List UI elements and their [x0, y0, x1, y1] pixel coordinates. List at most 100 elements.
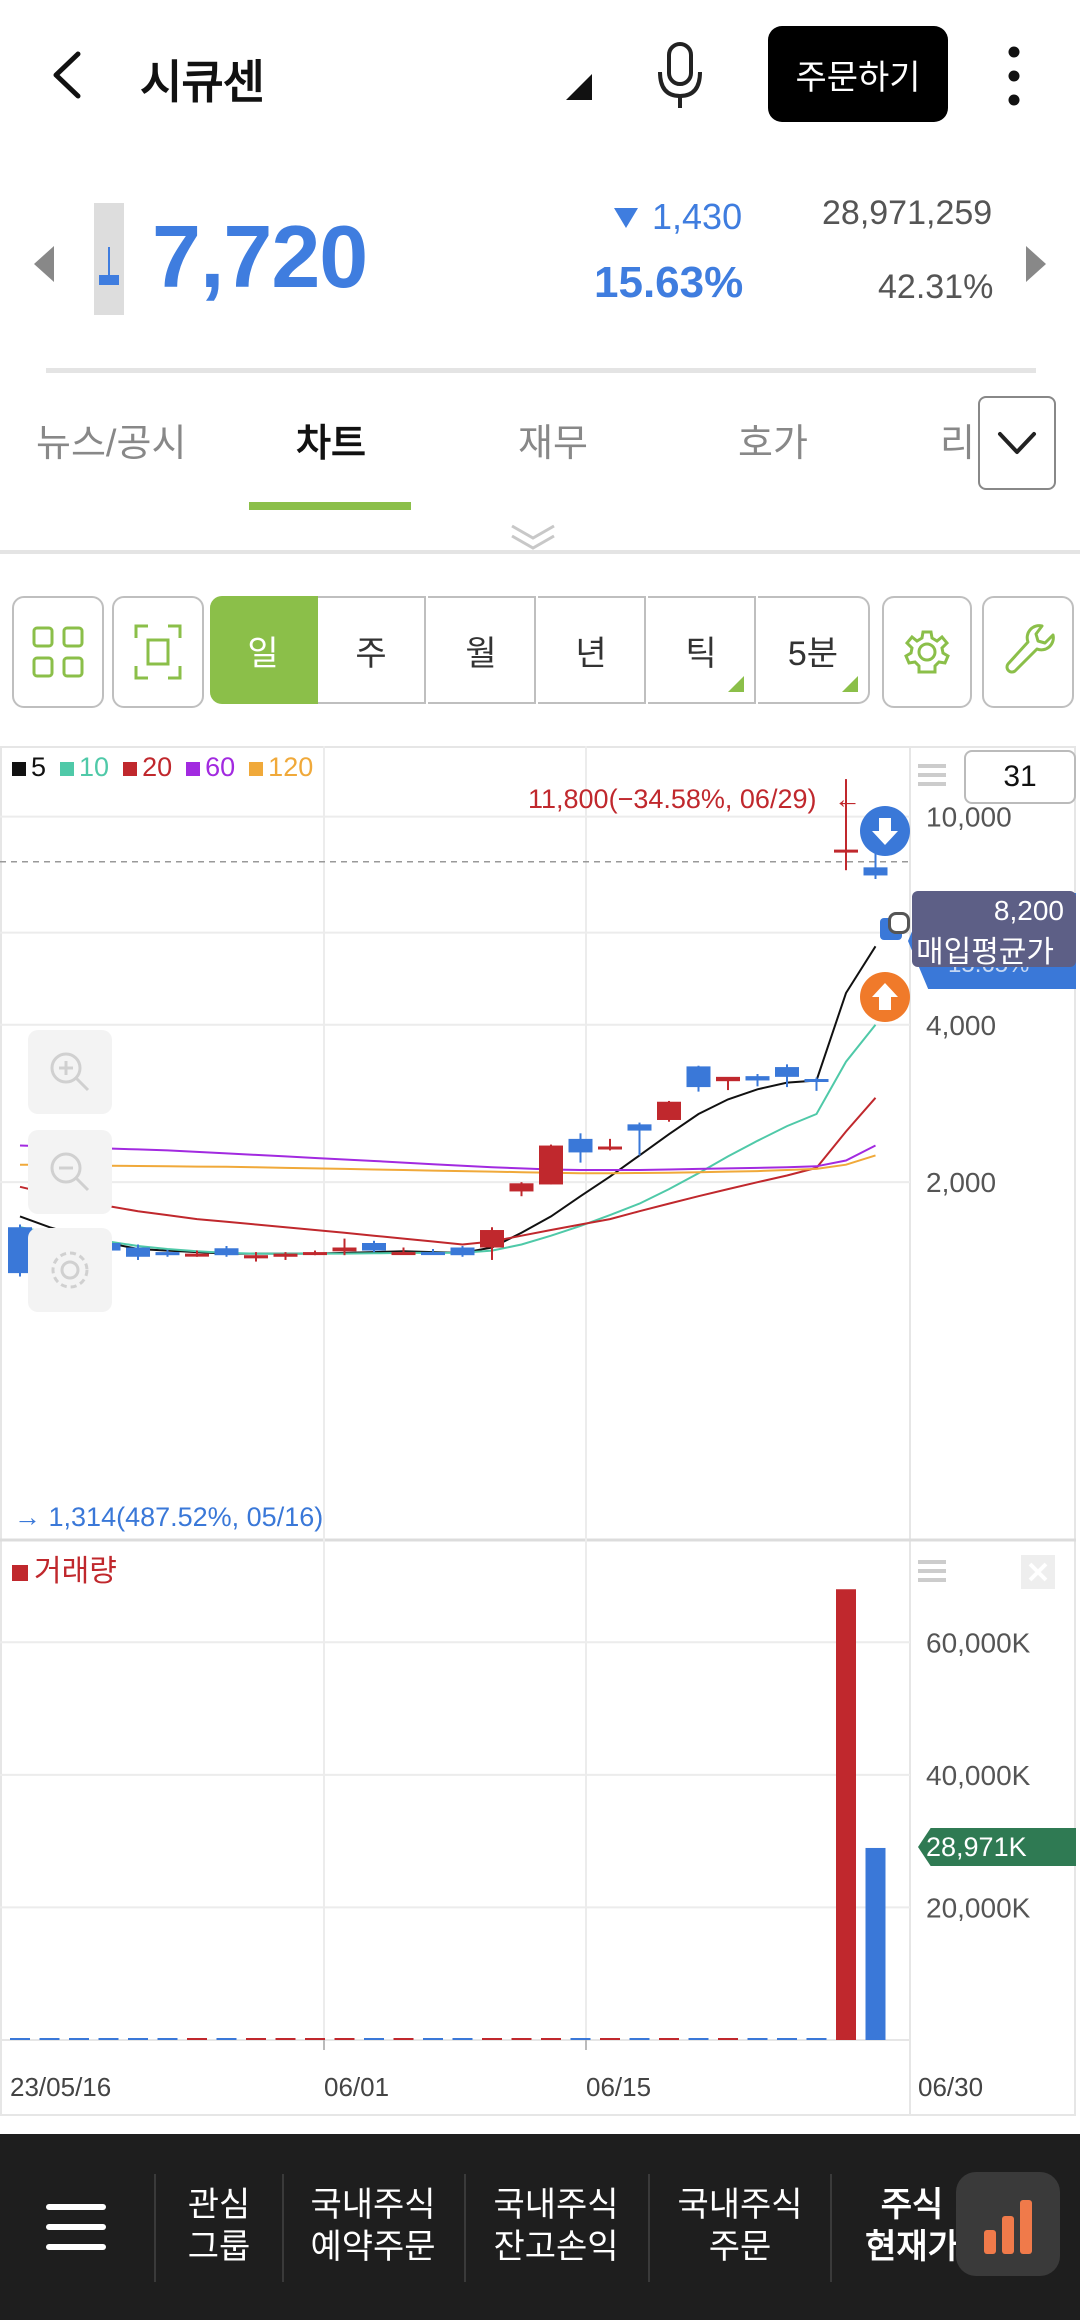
tab-quotes[interactable]: 호가 [738, 412, 808, 467]
grid-icon [32, 626, 84, 678]
candle-count-box[interactable]: 31 [964, 750, 1076, 804]
candle-body [598, 1146, 622, 1150]
floating-chart-button[interactable] [956, 2172, 1060, 2276]
bar-chart-icon [984, 2200, 1032, 2254]
nav-balance[interactable]: 국내주식 잔고손익 [472, 2184, 640, 2268]
more-options-icon[interactable] [1000, 44, 1028, 108]
close-icon[interactable] [1020, 1554, 1056, 1590]
chart-settings-button[interactable] [882, 596, 972, 708]
back-arrow-icon[interactable] [40, 40, 100, 110]
menu-lines-icon[interactable] [916, 1556, 948, 1588]
candle-body [834, 849, 858, 853]
tab-more-partial[interactable]: 리 [940, 412, 975, 467]
corner-indicator [728, 676, 744, 692]
period-week[interactable]: 주 [318, 596, 426, 704]
fullscreen-button[interactable] [112, 596, 204, 708]
candle-body [244, 1255, 268, 1259]
volume-bar [187, 2038, 207, 2040]
scroll-up-button[interactable] [860, 972, 910, 1022]
bottom-nav: 관심 그룹 국내주식 예약주문 국내주식 잔고손익 국내주식 주문 주식 현재가 [0, 2134, 1080, 2320]
avg-purchase-tag: 8,200 매입평균가 [912, 891, 1076, 969]
nav-watch-group[interactable]: 관심 그룹 [166, 2184, 272, 2268]
volume-bar [69, 2038, 89, 2040]
candle-body [126, 1247, 150, 1257]
candle-body [568, 1138, 593, 1153]
period-month[interactable]: 월 [428, 596, 536, 704]
candle-body [214, 1248, 239, 1256]
price-change-percent: 15.63% [594, 258, 744, 307]
candle-body [185, 1253, 209, 1257]
chart-options-button[interactable] [28, 1228, 112, 1312]
tab-news[interactable]: 뉴스/공시 [36, 412, 186, 467]
avg-price-label: 매입평균가 [916, 936, 1054, 969]
candle-body [332, 1247, 357, 1252]
stock-dropdown-icon[interactable] [566, 74, 592, 100]
crosshair-dot [888, 912, 910, 934]
fullscreen-icon [134, 624, 182, 680]
candle-body [627, 1124, 652, 1131]
date-tick-label: 06/15 [586, 2072, 651, 2102]
next-stock-arrow-icon[interactable] [1026, 246, 1046, 282]
date-tick-label: 06/30 [918, 2072, 983, 2102]
zoom-in-icon [50, 1052, 90, 1092]
nav-reserve-order[interactable]: 국내주식 예약주문 [290, 2184, 456, 2268]
tabs-expand-button[interactable] [978, 396, 1056, 490]
volume-bar [777, 2038, 797, 2040]
volume-bar [541, 2038, 561, 2040]
tab-finance[interactable]: 재무 [518, 412, 588, 467]
zoom-out-button[interactable] [28, 1130, 112, 1214]
previous-stock-arrow-icon[interactable] [34, 246, 54, 282]
arrow-up-icon [872, 983, 898, 1010]
order-button[interactable]: 주문하기 [768, 26, 948, 122]
candle-body [303, 1252, 327, 1256]
volume-bar [511, 2038, 532, 2040]
ma-legend-swatch [60, 762, 75, 776]
volume-color-swatch [12, 1565, 28, 1581]
nav-order[interactable]: 국내주식 주문 [656, 2184, 824, 2268]
ma-legend-item: 20 [123, 752, 172, 783]
collapse-handle-icon[interactable] [508, 520, 558, 552]
layout-grid-button[interactable] [12, 596, 104, 708]
hamburger-menu-icon[interactable] [44, 2202, 108, 2252]
microphone-icon[interactable] [650, 40, 710, 112]
nav-label: 국내주식 [493, 2186, 619, 2224]
candle-body [480, 1230, 504, 1248]
current-price: 7,720 [152, 207, 368, 306]
period-year[interactable]: 년 [538, 596, 646, 704]
trading-volume: 28,971,259 [822, 194, 993, 232]
chart-tools-button[interactable] [982, 596, 1074, 708]
ma-legend-label: 10 [79, 752, 110, 782]
volume-bar [305, 2038, 325, 2040]
candle-body [657, 1101, 681, 1120]
down-triangle-icon [614, 208, 638, 228]
ma-legend-item: 5 [12, 752, 46, 783]
candle-body [716, 1076, 740, 1082]
menu-lines-icon[interactable] [916, 760, 948, 792]
volume-bar [39, 2038, 60, 2040]
scroll-down-button[interactable] [860, 806, 910, 856]
zoom-in-button[interactable] [28, 1030, 112, 1114]
divider [46, 368, 1036, 373]
volume-bar [364, 2038, 384, 2040]
volume-bar [157, 2038, 178, 2040]
period-tick[interactable]: 틱 [648, 596, 756, 704]
candle-body [539, 1145, 563, 1185]
candle-body [804, 1079, 829, 1083]
period-tick-label: 틱 [685, 634, 717, 673]
candle-body [450, 1247, 475, 1256]
volume-bar [747, 2038, 768, 2040]
volume-bar [10, 2038, 30, 2040]
ma-legend-label: 120 [268, 752, 314, 782]
volume-bar [836, 1589, 856, 2040]
period-day[interactable]: 일 [210, 596, 318, 704]
tab-chart[interactable]: 차트 [296, 412, 366, 467]
period-5min[interactable]: 5분 [758, 596, 870, 704]
volume-bar [334, 2038, 355, 2040]
nav-label: 그룹 [187, 2228, 251, 2266]
nav-divider [282, 2174, 284, 2282]
stock-name[interactable]: 시큐센 [140, 46, 265, 112]
volume-bar [806, 2038, 827, 2040]
volume-bar [600, 2038, 620, 2040]
volume-tag: 28,971K [918, 1828, 1076, 1866]
zoom-out-icon [50, 1152, 90, 1192]
